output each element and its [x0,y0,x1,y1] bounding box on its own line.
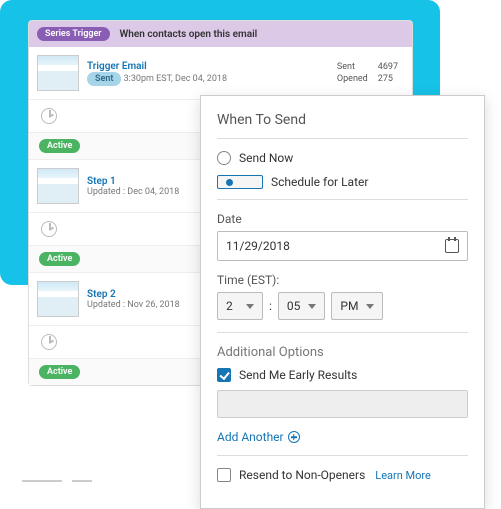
date-input[interactable]: 11/29/2018 [217,231,468,261]
when-to-send-modal: When To Send Send Now Schedule for Later… [200,95,485,509]
clock-icon [41,108,57,124]
chevron-down-icon [366,304,374,309]
email-thumbnail [37,55,79,91]
early-results-input[interactable] [217,390,468,418]
series-trigger-bar: Series Trigger When contacts open this e… [29,21,412,47]
series-trigger-text: When contacts open this email [120,29,258,40]
date-label: Date [217,212,468,226]
plus-circle-icon [288,431,300,443]
clock-icon [41,334,57,350]
learn-more-link[interactable]: Learn More [375,469,431,482]
add-another-link[interactable]: Add Another [217,430,300,444]
trigger-email-meta: Sent 3:30pm EST, Dec 04, 2018 [87,72,323,86]
resend-nonopeners-label: Resend to Non-Openers [239,468,365,482]
footer-dash [22,480,62,482]
checkbox-unchecked-icon [217,468,231,482]
radio-icon [217,151,231,165]
resend-nonopeners-option[interactable]: Resend to Non-Openers Learn More [217,468,468,482]
hour-value: 2 [226,299,233,313]
ampm-value: PM [340,299,358,313]
trigger-email-title: Trigger Email [87,61,323,72]
series-trigger-pill: Series Trigger [37,27,110,41]
trigger-email-row[interactable]: Trigger Email Sent 3:30pm EST, Dec 04, 2… [29,47,412,100]
minute-value: 05 [287,299,301,313]
time-colon: : [269,299,272,313]
active-pill: Active [39,252,80,266]
time-selectors: 2 : 05 PM [217,292,468,320]
early-results-option[interactable]: Send Me Early Results [217,368,468,382]
schedule-later-option[interactable]: Schedule for Later [217,175,468,189]
send-now-option[interactable]: Send Now [217,151,468,165]
minute-select[interactable]: 05 [278,292,326,320]
hour-select[interactable]: 2 [217,292,263,320]
email-thumbnail [37,281,79,317]
modal-title: When To Send [217,112,468,128]
active-pill: Active [39,365,80,379]
schedule-later-label: Schedule for Later [271,175,368,189]
clock-icon [41,221,57,237]
additional-options-heading: Additional Options [217,345,468,360]
ampm-select[interactable]: PM [331,292,383,320]
calendar-icon [445,239,459,253]
active-pill: Active [39,139,80,153]
email-thumbnail [37,168,79,204]
footer-dash [72,480,92,482]
early-results-label: Send Me Early Results [239,368,357,382]
radio-icon-selected [217,175,263,189]
trigger-email-stats: Sent4697 Opened275 [331,60,404,86]
checkbox-checked-icon [217,368,231,382]
chevron-down-icon [308,304,316,309]
date-value: 11/29/2018 [226,239,290,253]
add-another-label: Add Another [217,430,284,444]
send-now-label: Send Now [239,151,293,165]
chevron-down-icon [246,304,254,309]
trigger-email-timestamp: 3:30pm EST, Dec 04, 2018 [124,74,227,84]
sent-pill: Sent [87,72,121,86]
time-label: Time (EST): [217,273,468,287]
